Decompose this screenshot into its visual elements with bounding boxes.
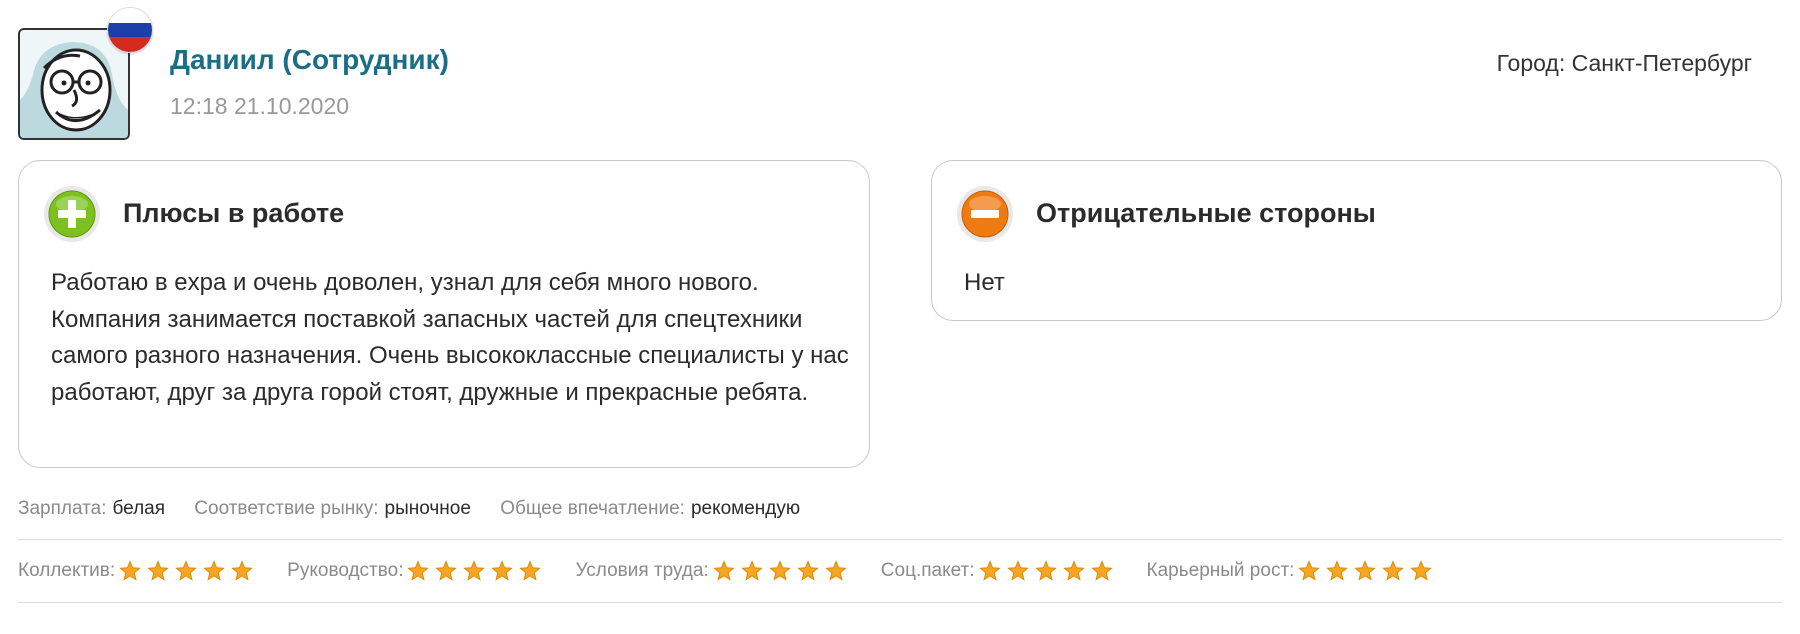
star-icon: [1006, 560, 1029, 581]
star-icon: [769, 560, 791, 581]
star-rating: [713, 560, 853, 582]
star-icon: [1382, 560, 1405, 581]
star-icon: [825, 560, 847, 581]
star-icon: [491, 560, 514, 581]
review-date: 12:18 21.10.2020: [170, 93, 350, 119]
cons-title: Отрицательные стороны: [1036, 198, 1376, 228]
star-icon: [231, 560, 253, 581]
rating-benefits: Соц.пакет:: [881, 560, 1119, 582]
meta-salary: Зарплата: белая: [18, 498, 170, 519]
meta-label: Общее впечатление:: [500, 498, 685, 519]
star-icon: [1410, 560, 1433, 581]
rating-conditions: Условия труда:: [575, 560, 852, 582]
star-icon: [119, 560, 141, 581]
meta-label: Соответствие рынку:: [194, 498, 379, 519]
star-icon: [407, 560, 430, 581]
pros-title: Плюсы в работе: [123, 198, 345, 228]
meta-market: Соответствие рынку: рыночное: [194, 498, 476, 519]
star-icon: [1090, 560, 1113, 581]
ratings-row: Коллектив: Руководство: Условия труда: С…: [18, 560, 1466, 582]
author-name[interactable]: Даниил (Сотрудник): [170, 44, 449, 76]
rating-label: Условия труда:: [575, 560, 709, 581]
meta-value: белая: [112, 498, 166, 519]
star-icon: [435, 560, 458, 581]
rating-team: Коллектив:: [18, 560, 259, 582]
star-icon: [203, 560, 225, 581]
rating-label: Карьерный рост:: [1146, 560, 1295, 581]
cons-text: Нет: [964, 269, 1005, 296]
cons-card: Отрицательные стороны Нет: [931, 160, 1782, 321]
rating-management: Руководство:: [287, 560, 547, 582]
meta-label: Зарплата:: [18, 498, 107, 519]
pros-card: Плюсы в работе Работаю в expa и очень до…: [18, 160, 870, 468]
review-card: Даниил (Сотрудник) 12:18 21.10.2020 Горо…: [0, 0, 1800, 634]
divider: [18, 602, 1782, 603]
star-icon: [978, 560, 1001, 581]
meta-value: рекомендую: [690, 498, 801, 519]
review-meta: Зарплата: белая Соответствие рынку: рыночн…: [18, 498, 824, 520]
star-rating: [1298, 560, 1438, 582]
russia-flag-icon: [107, 7, 153, 53]
star-icon: [1034, 560, 1057, 581]
star-icon: [1354, 560, 1377, 581]
meta-value: рыночное: [384, 498, 471, 519]
star-rating: [407, 560, 547, 582]
plus-circle-icon: [44, 186, 100, 242]
star-icon: [1062, 560, 1085, 581]
pros-text: Работаю в expa и очень доволен, узнал дл…: [51, 269, 849, 406]
rating-label: Соц.пакет:: [880, 560, 975, 581]
rating-label: Коллектив:: [18, 560, 116, 581]
rating-career: Карьерный рост:: [1147, 560, 1439, 582]
caricature-avatar-icon: [20, 30, 128, 138]
divider: [18, 539, 1782, 540]
star-rating: [119, 560, 259, 582]
star-icon: [1326, 560, 1349, 581]
star-icon: [797, 560, 819, 581]
star-icon: [1298, 560, 1321, 581]
star-icon: [519, 560, 542, 581]
star-icon: [741, 560, 763, 581]
star-icon: [147, 560, 169, 581]
star-rating: [978, 560, 1119, 582]
city-info: Город: Санкт-Петербург: [1497, 50, 1752, 77]
city-value: Санкт-Петербург: [1571, 50, 1752, 76]
minus-circle-icon: [957, 186, 1013, 242]
meta-impression: Общее впечатление: рекомендую: [500, 498, 800, 519]
star-icon: [713, 560, 735, 581]
star-icon: [175, 560, 197, 581]
rating-label: Руководство:: [287, 560, 404, 581]
city-label: Город:: [1496, 50, 1566, 76]
star-icon: [463, 560, 486, 581]
